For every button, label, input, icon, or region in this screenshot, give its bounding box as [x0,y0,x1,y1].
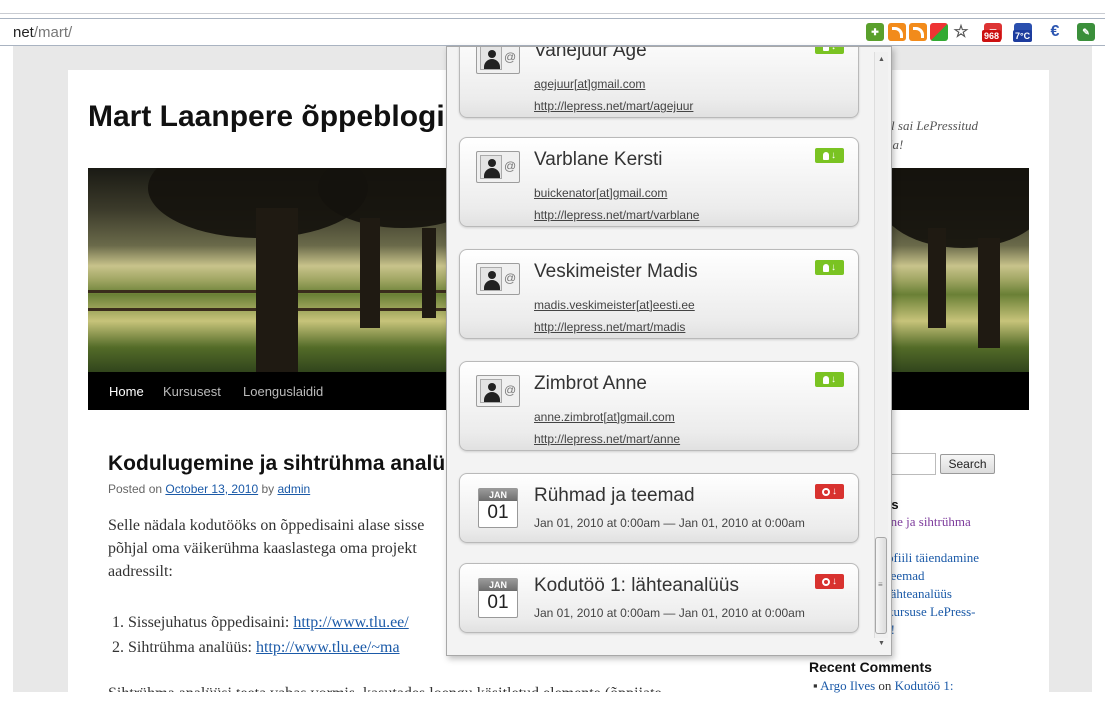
calendar-month: JAN [479,489,517,501]
tree-trunk [422,228,436,318]
calendar-month: JAN [479,579,517,591]
tree-trunk [360,218,380,328]
contact-avatar-icon: @ [476,47,520,74]
contact-email-link[interactable]: anne.zimbrot[at]gmail.com [534,410,675,424]
bookmark-star-icon[interactable]: ☆ [952,22,970,41]
evernote-icon[interactable]: ✎ [1077,23,1095,41]
add-contact-button[interactable]: ↓ [815,372,844,387]
meta-prefix: Posted on [108,482,163,496]
contact-email-link[interactable]: madis.veskimeister[at]eesti.ee [534,298,695,312]
event-title: Kodutöö 1: lähteanalüüs [534,575,739,596]
post-list: 1. Sissejuhatus õppedisaini: http://www.… [112,610,409,660]
extension-grid-icon[interactable] [930,23,948,41]
url-host: net [13,24,34,41]
list-item: 2. Sihtrühma analüüs: http://www.tlu.ee/… [112,635,409,660]
event-card: JAN 01 Kodutöö 1: lähteanalüüs ↓ Jan 01,… [459,563,859,633]
currency-euro-icon[interactable]: € [1046,23,1064,41]
contact-url-link[interactable]: http://lepress.net/mart/varblane [534,208,699,222]
post-paragraph-line: Selle nädala kodutööks on õppedisaini al… [108,517,425,534]
browser-tab-strip [0,0,1105,14]
calendar-day: 01 [487,592,509,613]
meta-by: by [261,482,275,496]
recent-post-link[interactable]: lähteanalüüs [887,586,952,602]
extension-leaf-icon[interactable]: ✚ [866,23,884,41]
calendar-day: 01 [487,502,509,523]
extension-popup: @ Vahejuur Age ↓ agejuur[at]gmail.com ht… [446,46,892,656]
recent-post-link[interactable]: teemad [887,568,925,584]
contact-name: Vahejuur Age [534,46,647,61]
recent-comment-item: ▪ Argo Ilves on Kodutöö 1: [813,678,954,693]
rss-subscribe-icon[interactable] [909,23,927,41]
temperature-badge: 7°C [1013,30,1033,42]
contact-name: Zimbrot Anne [534,373,647,394]
post-body: Selle nädala kodutööks on õppedisaini al… [108,514,448,583]
contact-avatar-icon: @ [476,375,520,407]
list-link[interactable]: http://www.tlu.ee/ [293,614,408,631]
add-contact-button[interactable]: ↓ [815,148,844,163]
add-contact-button[interactable]: ↓ [815,260,844,275]
event-title: Rühmad ja teemad [534,485,695,506]
contact-name: Veskimeister Madis [534,261,698,282]
recent-post-link[interactable]: kursuse LePress- [887,604,975,620]
site-title[interactable]: Mart Laanpere õppeblogi [88,100,445,134]
nav-home[interactable]: Home [109,384,144,399]
tree-trunk [928,228,946,328]
contact-url-link[interactable]: http://lepress.net/mart/madis [534,320,685,334]
post-cutoff-text: Sihtrühma analüüsi teeta vabas vormis, k… [108,684,662,692]
post-paragraph-line: põhjal oma väikerühma kaaslastega oma pr… [108,540,417,557]
rss-feed-icon[interactable] [888,23,906,41]
event-card: JAN 01 Rühmad ja teemad ↓ Jan 01, 2010 a… [459,473,859,543]
contact-url-link[interactable]: http://lepress.net/mart/anne [534,432,680,446]
recent-post-link[interactable]: ine ja sihtrühma [887,514,971,530]
scroll-grip-icon: ≡ [878,580,883,589]
contact-avatar-icon: @ [476,263,520,295]
contact-card: @ Varblane Kersti ↓ buickenator[at]gmail… [459,137,859,227]
post-author-link[interactable]: admin [278,482,311,496]
list-number: 1. [112,614,124,631]
contact-email-link[interactable]: buickenator[at]gmail.com [534,186,667,200]
scroll-down-arrow-icon[interactable]: ▼ [878,640,885,647]
post-paragraph-line: aadressilt: [108,563,173,580]
add-contact-button[interactable]: ↓ [815,47,844,54]
post-meta: Posted on October 13, 2010 by admin [108,482,310,496]
calendar-icon: JAN 01 [478,578,518,618]
nav-loenguslaidid[interactable]: Loenguslaidid [243,384,323,399]
comment-on: on [878,678,892,693]
post-title[interactable]: Kodulugemine ja sihtrühma analü [108,452,445,476]
recent-post-link[interactable]: ofiili täiendamine [887,550,979,566]
add-event-button[interactable]: ↓ [815,574,844,589]
url-text[interactable]: net/mart/ [13,24,72,41]
list-label: Sihtrühma analüüs: [128,639,252,656]
search-button[interactable]: Search [940,454,995,474]
list-item: 1. Sissejuhatus õppedisaini: http://www.… [112,610,409,635]
address-bar[interactable]: net/mart/ ✚ ☆ ✉ ☁ € ✎ [0,18,1105,46]
contact-url-link[interactable]: http://lepress.net/mart/agejuur [534,99,693,113]
mail-count-badge: 968 [982,30,1002,42]
scroll-up-arrow-icon[interactable]: ▲ [878,56,885,63]
comment-post-link[interactable]: Kodutöö 1: [895,678,954,693]
contact-card: @ Zimbrot Anne ↓ anne.zimbrot[at]gmail.c… [459,361,859,451]
contact-card: @ Vahejuur Age ↓ agejuur[at]gmail.com ht… [459,46,859,118]
tree-trunk [978,238,1000,348]
add-event-button[interactable]: ↓ [815,484,844,499]
event-time: Jan 01, 2010 at 0:00am — Jan 01, 2010 at… [534,606,805,620]
recent-comments-heading: Recent Comments [809,659,932,675]
contact-name: Varblane Kersti [534,149,663,170]
post-date-link[interactable]: October 13, 2010 [165,482,258,496]
url-path: /mart/ [33,24,73,41]
contact-email-link[interactable]: agejuur[at]gmail.com [534,77,645,91]
tree-canopy [878,168,1029,248]
contact-card: @ Veskimeister Madis ↓ madis.veskimeiste… [459,249,859,339]
list-link[interactable]: http://www.tlu.ee/~ma [256,639,400,656]
tree-trunk [256,208,298,372]
comment-author-link[interactable]: Argo Ilves [820,678,875,693]
list-number: 2. [112,639,124,656]
event-time: Jan 01, 2010 at 0:00am — Jan 01, 2010 at… [534,516,805,530]
calendar-icon: JAN 01 [478,488,518,528]
nav-kursusest[interactable]: Kursusest [163,384,221,399]
list-label: Sissejuhatus õppedisaini: [128,614,290,631]
contact-avatar-icon: @ [476,151,520,183]
